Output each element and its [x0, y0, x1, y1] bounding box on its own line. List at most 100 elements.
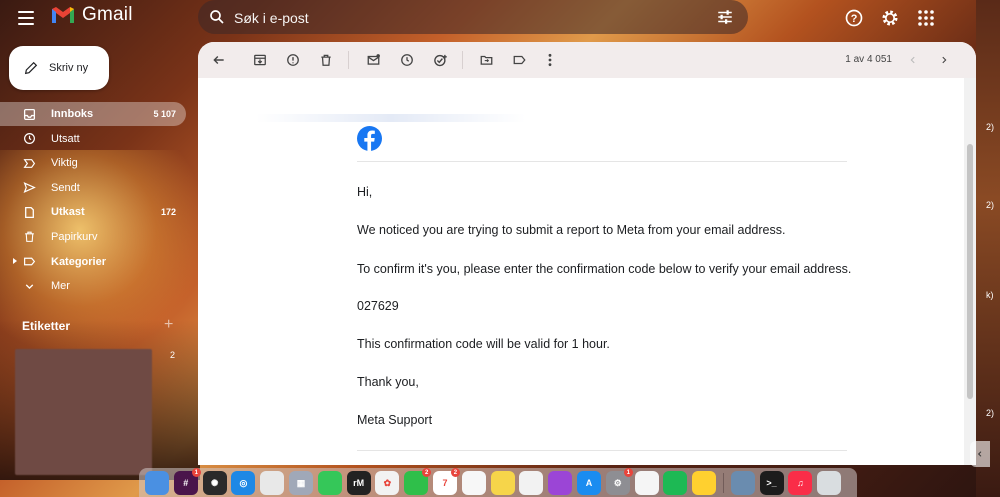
- inbox-icon: [23, 108, 36, 121]
- dock-icon-glyph: ⚙: [613, 477, 622, 488]
- dock-icon-glyph: #: [183, 478, 189, 488]
- trash-dock-icon[interactable]: [817, 471, 842, 495]
- finder-icon[interactable]: [145, 471, 169, 495]
- scroll-thumb[interactable]: [967, 144, 973, 399]
- label-tag-icon[interactable]: [510, 51, 528, 69]
- add-label-icon[interactable]: +: [164, 316, 173, 334]
- settings-gear-icon[interactable]: [878, 6, 902, 30]
- terminal-icon[interactable]: >_: [759, 471, 784, 495]
- message-panel: 1 av 4 051 Hi, We noticed you are trying…: [198, 42, 976, 465]
- top-bar: Gmail ?: [0, 0, 1000, 36]
- toolbar-divider: [348, 51, 349, 69]
- miro-icon[interactable]: [692, 471, 717, 495]
- freeform-icon[interactable]: [519, 471, 544, 495]
- gmail-m-icon: [52, 7, 74, 23]
- sidebar-item-trash[interactable]: Papirkurv: [0, 225, 186, 249]
- sidebar-item-inbox[interactable]: Innboks 5 107: [0, 102, 186, 126]
- older-chevron-icon[interactable]: [935, 51, 953, 69]
- spotify-icon[interactable]: [663, 471, 688, 495]
- archive-icon[interactable]: [251, 51, 269, 69]
- search-bar[interactable]: [198, 0, 748, 34]
- move-to-icon[interactable]: [477, 51, 495, 69]
- settings-icon[interactable]: ⚙ 1: [605, 468, 633, 495]
- sidebar-item-categories[interactable]: Kategorier: [0, 250, 186, 274]
- add-task-icon[interactable]: [431, 51, 449, 69]
- dock-badge: 2: [450, 468, 460, 477]
- expand-arrow-icon[interactable]: [13, 257, 17, 264]
- messages-icon[interactable]: [317, 471, 342, 495]
- sidebar-item-important[interactable]: Viktig: [0, 151, 186, 175]
- email-line-2: To confirm it's you, please enter the co…: [357, 262, 852, 276]
- appstore-icon[interactable]: A: [576, 471, 601, 495]
- newer-chevron-icon[interactable]: [904, 51, 922, 69]
- sidebar-item-drafts[interactable]: Utkast 172: [0, 200, 186, 224]
- dock-icon-glyph: rM: [353, 478, 365, 488]
- top-right-actions: ?: [842, 6, 938, 30]
- header-divider: [357, 161, 847, 162]
- gmail-logo[interactable]: Gmail: [50, 4, 133, 26]
- pagination-text: 1 av 4 051: [845, 54, 892, 65]
- search-input[interactable]: [232, 6, 696, 30]
- edge-text: k): [986, 290, 994, 300]
- email-greeting: Hi,: [357, 185, 373, 199]
- slack-icon[interactable]: #1: [173, 468, 201, 495]
- snooze-icon[interactable]: [398, 51, 416, 69]
- photos-icon[interactable]: ✿: [375, 471, 400, 495]
- mark-unread-icon[interactable]: [364, 51, 382, 69]
- important-icon: [23, 157, 36, 170]
- sidebar-item-label: Utsatt: [51, 132, 80, 145]
- back-icon[interactable]: [210, 51, 228, 69]
- side-panel-toggle-icon[interactable]: [970, 441, 990, 467]
- dock-icon-glyph: ▦: [296, 477, 306, 488]
- safari-icon[interactable]: ◎: [231, 471, 256, 495]
- compose-button[interactable]: Skriv ny: [9, 46, 109, 90]
- sidebar-item-sent[interactable]: Sendt: [0, 176, 186, 200]
- wallpaper-right-strip: [976, 0, 1000, 497]
- search-options-icon[interactable]: [716, 8, 734, 26]
- chatgpt-icon[interactable]: ✺: [202, 471, 227, 495]
- sidebar-item-snoozed[interactable]: Utsatt: [0, 127, 186, 151]
- message-scrollbar[interactable]: [964, 78, 976, 465]
- delete-icon[interactable]: [317, 51, 335, 69]
- sidebar-item-label: Kategorier: [51, 255, 107, 268]
- chrome-icon[interactable]: [260, 471, 285, 495]
- facetime-icon[interactable]: 2: [404, 468, 432, 495]
- search-icon[interactable]: [208, 8, 226, 26]
- apps-grid-icon[interactable]: [914, 6, 938, 30]
- main-menu-icon[interactable]: [18, 7, 42, 29]
- facebook-logo-icon: [357, 126, 382, 151]
- report-spam-icon[interactable]: [284, 51, 302, 69]
- sidebar-item-label: Utkast: [51, 206, 85, 219]
- edge-text: 2): [986, 122, 995, 132]
- message-body: Hi, We noticed you are trying to submit …: [198, 78, 964, 465]
- email-thanks: Thank you,: [357, 375, 419, 389]
- screenshot-app-icon[interactable]: [730, 471, 755, 495]
- drive-icon[interactable]: [634, 471, 659, 495]
- readwise-icon[interactable]: rM: [346, 471, 371, 495]
- notes-icon[interactable]: [490, 471, 515, 495]
- label-icon: [23, 255, 36, 268]
- macos-dock: #1 ✺ ◎ ▦ rM ✿ 2 7 2 A ⚙ 1 >_ ♫: [139, 468, 857, 497]
- help-icon[interactable]: ?: [842, 6, 866, 30]
- dock-icon-glyph: 7: [442, 478, 448, 488]
- label-count: 2: [170, 350, 176, 360]
- sidebar-item-label: Papirkurv: [51, 230, 98, 243]
- email-line-3: This confirmation code will be valid for…: [357, 337, 610, 351]
- faded-header-remnant: [256, 114, 526, 122]
- dock-icon-glyph: ♫: [796, 478, 804, 488]
- launchpad-icon[interactable]: ▦: [288, 471, 313, 495]
- clock-icon: [23, 132, 36, 145]
- inbox-count: 5 107: [153, 109, 176, 119]
- sidebar-item-more[interactable]: Mer: [0, 274, 186, 298]
- reminders-icon[interactable]: [461, 471, 486, 495]
- compose-label: Skriv ny: [49, 62, 89, 74]
- more-options-icon[interactable]: [541, 51, 559, 69]
- music-icon[interactable]: ♫: [788, 471, 813, 495]
- sidebar-item-label: Viktig: [51, 157, 78, 170]
- drafts-count: 172: [160, 207, 176, 218]
- sidebar-item-label: Innboks: [51, 108, 94, 120]
- chevron-down-icon: [23, 280, 36, 293]
- calendar-icon[interactable]: 72: [432, 468, 460, 495]
- footer-divider: [357, 450, 847, 451]
- podcasts-icon[interactable]: [548, 471, 573, 495]
